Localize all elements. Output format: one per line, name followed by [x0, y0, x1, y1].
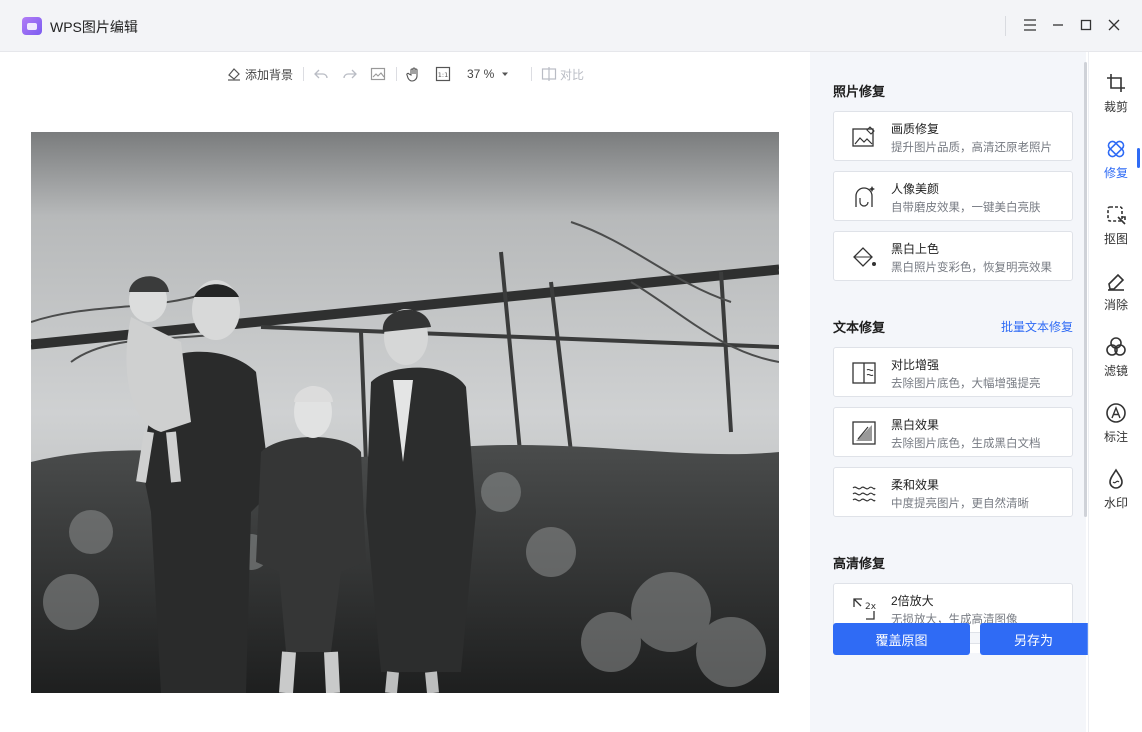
face-beauty-icon — [855, 186, 875, 207]
close-icon[interactable] — [1103, 14, 1125, 36]
upscale-2x-icon: 2x — [853, 598, 877, 620]
soft-waves-icon — [852, 486, 876, 502]
card-bw-colorize[interactable]: 黑白上色 黑白照片变彩色，恢复明亮效果 — [833, 231, 1073, 281]
rail-item-repair[interactable]: 修复 — [1089, 134, 1142, 186]
rail-item-crop[interactable]: 裁剪 — [1089, 68, 1142, 120]
card-desc: 去除图片底色，生成黑白文档 — [891, 438, 1041, 450]
batch-text-repair-link[interactable]: 批量文本修复 — [1001, 318, 1073, 335]
svg-text:1:1: 1:1 — [438, 71, 448, 79]
rail-item-annotate[interactable]: 标注 — [1089, 398, 1142, 450]
canvas-area: 添加背景 1:1 37 % 对比 — [0, 52, 810, 732]
card-title: 对比增强 — [891, 358, 940, 372]
card-desc: 中度提亮图片，更自然清晰 — [891, 498, 1029, 510]
overwrite-original-button[interactable]: 覆盖原图 — [833, 623, 970, 655]
compare-label: 对比 — [560, 67, 585, 82]
redo-icon[interactable] — [342, 64, 358, 84]
rail-label: 裁剪 — [1103, 100, 1128, 114]
card-title: 柔和效果 — [891, 478, 940, 492]
card-title: 2倍放大 — [891, 594, 934, 608]
rail-label: 水印 — [1103, 496, 1128, 510]
watermark-icon — [1109, 468, 1123, 489]
compare-icon — [541, 67, 557, 81]
rail-item-cutout[interactable]: 抠图 — [1089, 200, 1142, 252]
panel-scrollbar[interactable] — [1084, 62, 1087, 517]
card-title: 黑白上色 — [891, 242, 940, 256]
image-enhance-icon — [852, 126, 875, 147]
actual-size-icon[interactable]: 1:1 — [435, 64, 451, 84]
toolbar-divider — [531, 67, 532, 81]
card-title: 画质修复 — [891, 122, 940, 136]
toolbar-divider — [303, 67, 304, 81]
minimize-icon[interactable] — [1047, 14, 1069, 36]
text-repair-title: 文本修复 — [833, 320, 886, 335]
rail-item-watermark[interactable]: 水印 — [1089, 464, 1142, 516]
rail-label: 滤镜 — [1103, 364, 1128, 378]
card-desc: 提升图片品质，高清还原老照片 — [891, 142, 1052, 154]
zoom-select[interactable]: 37 % — [467, 64, 510, 84]
window-title: WPS图片编辑 — [50, 19, 138, 35]
rail-item-filter[interactable]: 滤镜 — [1089, 332, 1142, 384]
add-background-label: 添加背景 — [245, 67, 294, 82]
maximize-icon[interactable] — [1075, 14, 1097, 36]
paint-bucket-icon — [228, 68, 240, 81]
rail-item-erase[interactable]: 消除 — [1089, 266, 1142, 318]
cutout-icon — [1107, 206, 1126, 225]
svg-text:2x: 2x — [865, 602, 877, 612]
hand-icon[interactable] — [406, 64, 422, 84]
add-background-button[interactable]: 添加背景 — [226, 64, 293, 84]
canvas-toolbar: 添加背景 1:1 37 % 对比 — [0, 52, 810, 96]
app-logo-icon — [22, 17, 42, 35]
annotate-icon — [1106, 403, 1126, 423]
card-soft-effect[interactable]: 柔和效果 中度提亮图片，更自然清晰 — [833, 467, 1073, 517]
card-contrast-enhance[interactable]: 对比增强 去除图片底色，大幅增强提亮 — [833, 347, 1073, 397]
repair-icon — [1107, 140, 1125, 158]
card-bw-effect[interactable]: 黑白效果 去除图片底色，生成黑白文档 — [833, 407, 1073, 457]
card-desc: 自带磨皮效果，一键美白亮肤 — [891, 202, 1041, 214]
card-title: 黑白效果 — [891, 418, 940, 432]
panel-footer — [810, 653, 1086, 732]
card-desc: 去除图片底色，大幅增强提亮 — [891, 378, 1041, 390]
filter-icon — [1106, 337, 1126, 356]
photo-repair-title: 照片修复 — [833, 84, 886, 99]
card-quality-repair[interactable]: 画质修复 提升图片品质，高清还原老照片 — [833, 111, 1073, 161]
rail-label: 抠图 — [1103, 232, 1128, 246]
card-desc: 黑白照片变彩色，恢复明亮效果 — [891, 262, 1052, 274]
family-photo-image — [31, 132, 779, 693]
zoom-value: 37 % — [467, 67, 495, 81]
title-divider — [1005, 16, 1006, 36]
contrast-icon — [852, 362, 876, 384]
bw-doc-icon — [852, 421, 876, 445]
save-as-button[interactable]: 另存为 — [980, 623, 1087, 655]
compare-button[interactable]: 对比 — [541, 64, 584, 84]
toolbar-divider — [396, 67, 397, 81]
eraser-icon — [1108, 273, 1125, 291]
crop-icon — [1107, 74, 1125, 92]
rail-label: 修复 — [1103, 166, 1128, 180]
rail-label: 标注 — [1103, 430, 1128, 444]
menu-icon[interactable] — [1019, 14, 1041, 36]
card-title: 人像美颜 — [891, 182, 940, 196]
image-icon[interactable] — [370, 64, 386, 84]
paint-bucket-icon — [853, 247, 876, 267]
active-rail-indicator — [1137, 148, 1140, 168]
title-bar: WPS图片编辑 — [0, 0, 1142, 52]
tool-rail: 裁剪 修复 抠图 消除 滤镜 标注 水印 — [1088, 52, 1142, 732]
chevron-down-icon — [502, 72, 509, 76]
rail-label: 消除 — [1103, 298, 1128, 312]
undo-icon[interactable] — [313, 64, 329, 84]
edited-photo[interactable] — [31, 132, 779, 693]
card-portrait-beauty[interactable]: 人像美颜 自带磨皮效果，一键美白亮肤 — [833, 171, 1073, 221]
hd-repair-title: 高清修复 — [833, 556, 886, 571]
